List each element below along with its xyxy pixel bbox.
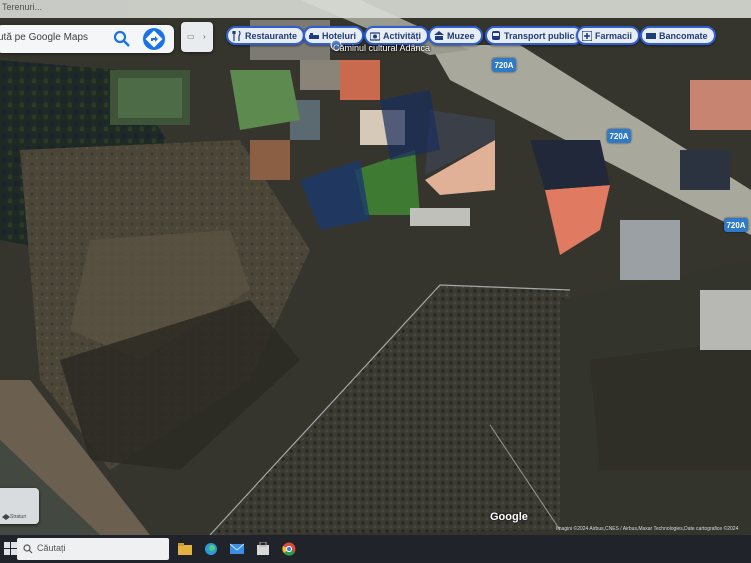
taskbar-search-input[interactable]: Căutați (37, 543, 66, 553)
chip-restaurante[interactable]: Restaurante (226, 26, 306, 45)
store-icon[interactable] (256, 542, 270, 556)
map-attribution: Imagini ©2024 Airbus,CNES / Airbus,Maxar… (556, 526, 739, 532)
chip-muzee[interactable]: Muzee (428, 26, 483, 45)
chip-label: Transport public (504, 30, 575, 41)
layers-label: Straturi (10, 514, 27, 520)
file-explorer-icon[interactable] (178, 542, 192, 556)
chip-label: Activități (383, 30, 422, 41)
chip-label: Muzee (447, 30, 475, 41)
layers-thumbnail[interactable]: Straturi (0, 488, 39, 524)
layers-icon (2, 514, 10, 520)
satellite-map[interactable] (0, 0, 751, 563)
museum-icon (434, 30, 444, 40)
directions-icon[interactable] (142, 27, 166, 51)
chip-farmacii[interactable]: Farmacii (576, 26, 641, 45)
road-shield: 720A (492, 58, 516, 72)
search-icon (23, 544, 33, 554)
chrome-icon[interactable] (282, 542, 296, 556)
browser-top-strip: Terenuri... (0, 0, 751, 18)
mail-icon[interactable] (230, 542, 244, 556)
road-shield: 720A (724, 218, 748, 232)
search-box[interactable]: ută pe Google Maps (0, 25, 174, 53)
road-shield: 720A (607, 129, 631, 143)
windows-start-icon[interactable] (4, 542, 18, 556)
bus-icon (492, 30, 500, 40)
fork-knife-icon (232, 30, 241, 41)
search-input[interactable]: ută pe Google Maps (0, 32, 88, 43)
camera-icon (370, 31, 380, 41)
map-screen[interactable]: Terenuri... ută pe Google Maps ▭ › Resta… (0, 0, 751, 563)
edge-browser-icon[interactable] (204, 542, 218, 556)
google-logo: Google (490, 511, 528, 523)
windows-taskbar: Căutați (0, 535, 751, 563)
bed-icon (309, 32, 319, 39)
chip-transport-public[interactable]: Transport public (485, 26, 583, 45)
chip-label: Farmacii (595, 30, 633, 41)
atm-icon (646, 32, 656, 39)
chip-label: Bancomate (659, 30, 708, 41)
chip-label: Restaurante (245, 30, 298, 41)
search-icon[interactable] (112, 29, 132, 49)
chevron-icon: › (203, 32, 206, 41)
pharmacy-icon (582, 30, 592, 41)
taskbar-search-box[interactable]: Căutați (17, 538, 169, 560)
place-label[interactable]: Căminul cultural Adânca (333, 43, 430, 53)
menu-button[interactable]: ▭ › (181, 22, 213, 52)
tab-title: Terenuri... (2, 2, 43, 12)
chip-bancomate[interactable]: Bancomate (640, 26, 716, 45)
menu-icon: ▭ (187, 32, 195, 41)
